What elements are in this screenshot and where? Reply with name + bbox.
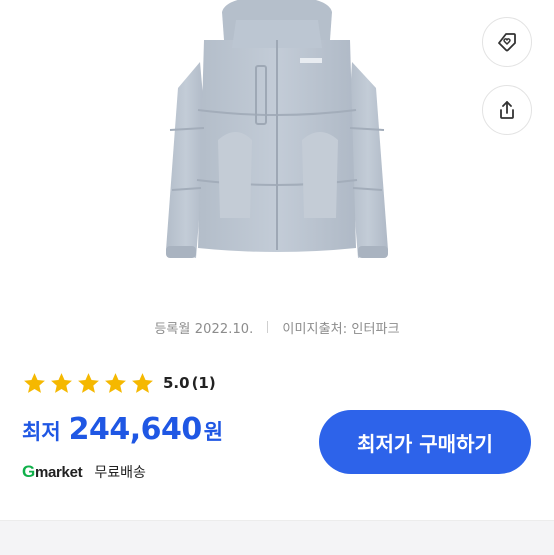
gmarket-logo: G market [22, 462, 83, 482]
star-icon [51, 372, 72, 393]
section-divider [0, 520, 554, 555]
gmarket-logo-g: G [22, 462, 35, 481]
gmarket-logo-text: market [34, 463, 83, 481]
favorite-button[interactable] [482, 17, 532, 67]
price-unit: 원 [203, 420, 224, 444]
star-icon [24, 372, 45, 393]
seller-info: G market 무료배송 [22, 460, 146, 484]
buy-lowest-price-button[interactable]: 최저가 구매하기 [319, 410, 531, 474]
heart-tag-icon [498, 33, 516, 52]
review-count: (1) [191, 374, 216, 392]
image-source: 이미지출처: 인터파크 [282, 321, 400, 337]
star-rating [22, 371, 155, 396]
rating-score: 5.0 [163, 374, 190, 392]
lowest-price: 최저 244,640 원 [22, 412, 223, 452]
puffer-jacket-illustration [166, 0, 388, 258]
rating-row[interactable]: 5.0 (1) [22, 370, 216, 396]
star-icon [78, 372, 99, 393]
free-shipping: 무료배송 [94, 465, 146, 481]
registered-month: 등록월 2022.10. [154, 321, 254, 337]
image-meta: 등록월 2022.10. 이미지출처: 인터파크 [0, 317, 554, 337]
share-icon [500, 101, 514, 119]
product-image [0, 0, 554, 300]
star-icon [132, 372, 153, 393]
meta-divider [267, 321, 269, 333]
price-label: 최저 [22, 420, 61, 444]
share-button[interactable] [482, 85, 532, 135]
price-value: 244,640 [68, 412, 203, 447]
star-icon [105, 372, 126, 393]
